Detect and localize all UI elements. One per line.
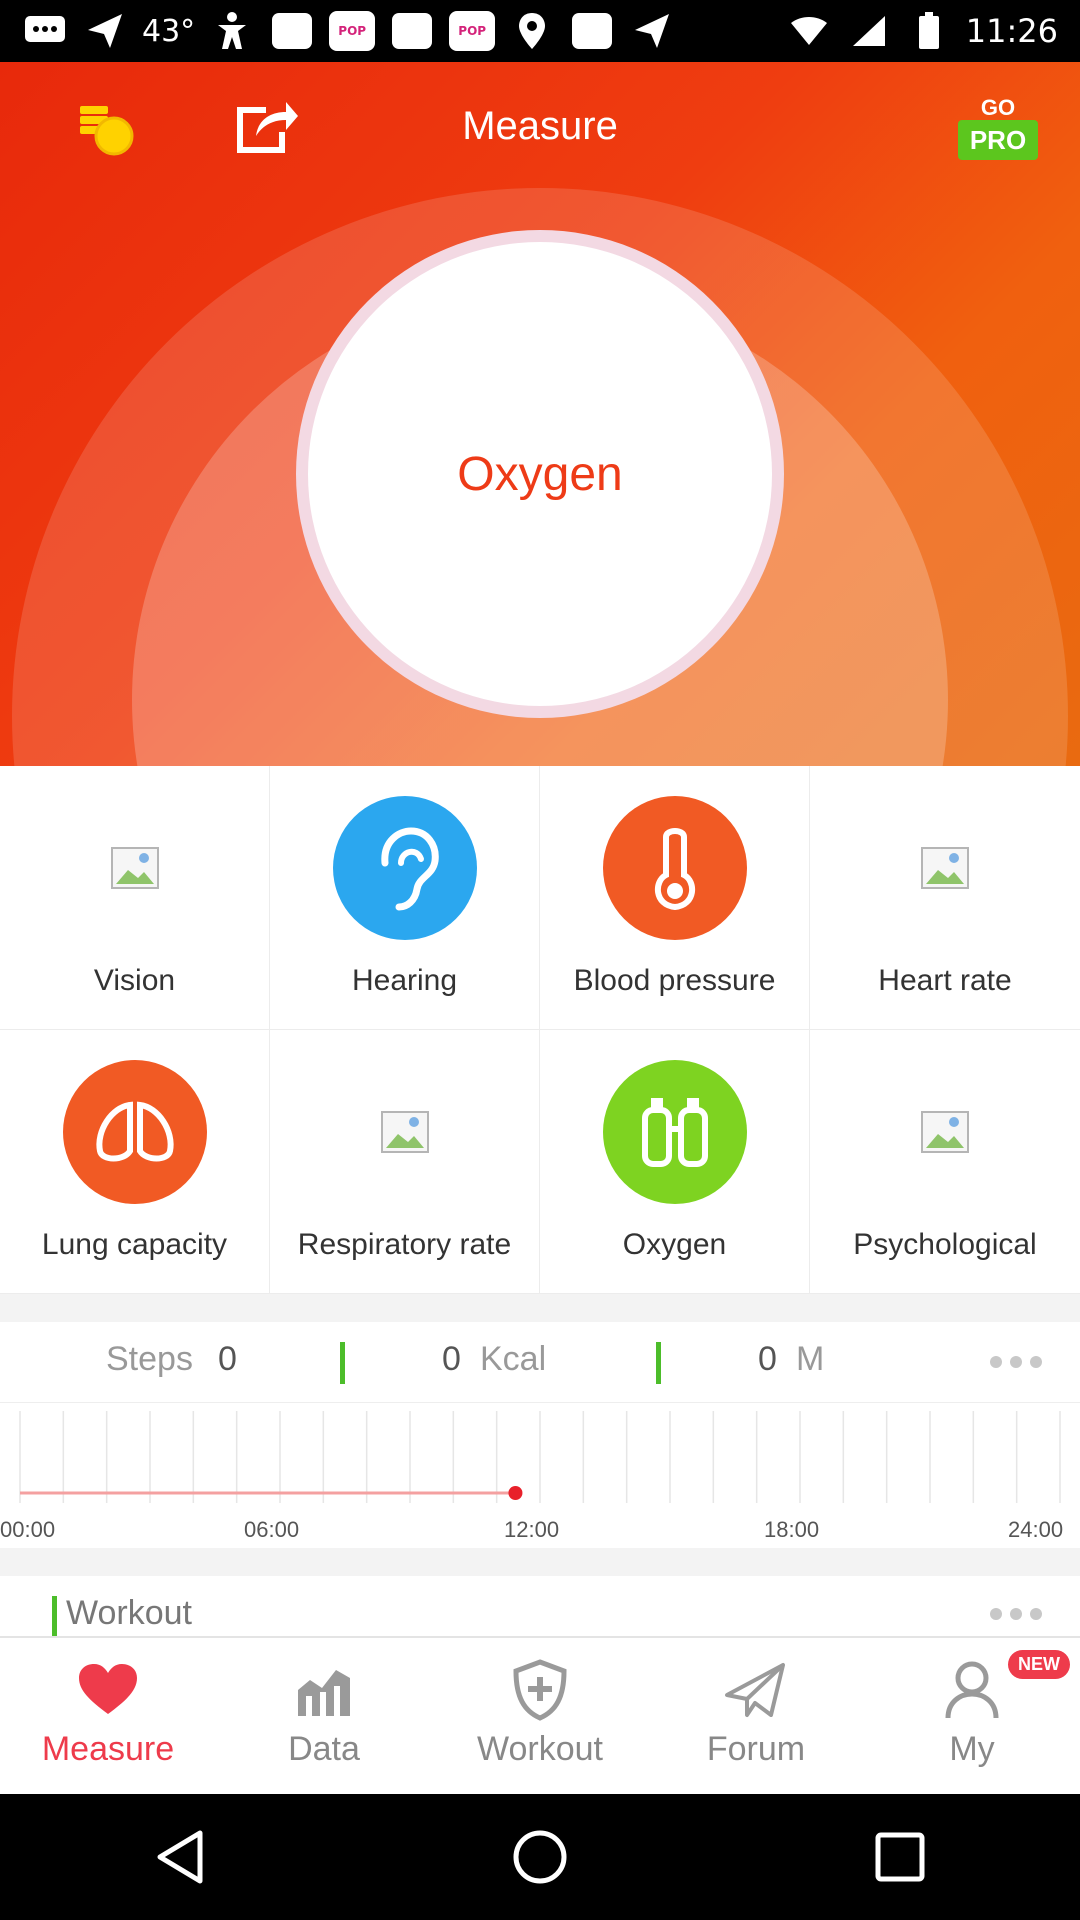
- pop-app-icon: POP: [329, 11, 376, 51]
- test-label: Heart rate: [878, 964, 1012, 997]
- send-notification-icon: [82, 10, 128, 52]
- section-divider: [0, 1294, 1080, 1322]
- chart-icon: [289, 1658, 359, 1722]
- signal-icon: [846, 10, 892, 52]
- section-divider: [0, 1548, 1080, 1576]
- home-icon[interactable]: [500, 1817, 580, 1897]
- section-marker: [52, 1596, 57, 1636]
- image-placeholder-icon: [873, 1060, 1017, 1204]
- go-label: GO: [980, 95, 1016, 120]
- test-label: Oxygen: [622, 1228, 727, 1261]
- test-item-psychological[interactable]: Psychological: [810, 1030, 1080, 1294]
- tab-label: Data: [288, 1730, 360, 1768]
- back-icon[interactable]: [140, 1817, 220, 1897]
- test-label: Psychological: [853, 1228, 1037, 1261]
- more-options-icon[interactable]: [990, 1608, 1042, 1620]
- screen: 43° POP POP 11:26 Measure GO PRO Oxygen …: [0, 0, 1080, 1920]
- steps-label: Steps: [106, 1340, 193, 1378]
- clock-text: 11:26: [965, 12, 1058, 50]
- temperature-text: 43°: [142, 13, 196, 49]
- pop-app-icon: POP: [449, 11, 496, 51]
- recents-icon[interactable]: [860, 1817, 940, 1897]
- send-notification-icon: [629, 10, 675, 52]
- measure-hero: Measure GO PRO Oxygen: [0, 62, 1080, 766]
- test-label: Blood pressure: [573, 964, 776, 997]
- more-options-icon[interactable]: [990, 1356, 1042, 1368]
- test-item-blood-pressure[interactable]: Blood pressure: [540, 766, 810, 1030]
- tab-my[interactable]: My NEW: [864, 1638, 1080, 1794]
- lungs-icon: [62, 1060, 207, 1204]
- thermometer-icon: [602, 796, 747, 940]
- test-label: Respiratory rate: [297, 1228, 512, 1261]
- oxygen-tanks-icon: [602, 1060, 747, 1204]
- workout-section[interactable]: Workout: [0, 1576, 1080, 1636]
- test-item-lung-capacity[interactable]: Lung capacity: [0, 1030, 270, 1294]
- tab-workout[interactable]: Workout: [432, 1638, 648, 1794]
- tab-label: My: [949, 1730, 995, 1768]
- kcal-value: 0: [442, 1340, 461, 1378]
- go-pro-button[interactable]: GO PRO: [958, 96, 1038, 162]
- test-label: Lung capacity: [41, 1228, 228, 1261]
- bottom-tab-bar: Measure Data Workout Forum My NEW: [0, 1636, 1080, 1794]
- ear-icon: [332, 796, 477, 940]
- activity-person-icon: [209, 10, 255, 52]
- workout-title: Workout: [66, 1594, 192, 1632]
- messages-icon: [22, 10, 68, 52]
- test-item-heart-rate[interactable]: Heart rate: [810, 766, 1080, 1030]
- battery-icon: [906, 10, 952, 52]
- tab-label: Workout: [477, 1730, 603, 1768]
- measure-button-label: Oxygen: [457, 447, 623, 501]
- tab-label: Forum: [706, 1730, 806, 1768]
- image-placeholder-icon: [873, 796, 1017, 940]
- status-bar: 43° POP POP 11:26: [0, 0, 1080, 62]
- distance-value: 0: [758, 1340, 777, 1378]
- chart-tick-label: 06:00: [244, 1517, 300, 1542]
- chart-tick-label: 12:00: [504, 1517, 560, 1542]
- tab-data[interactable]: Data: [216, 1638, 432, 1794]
- test-label: Hearing: [351, 964, 458, 997]
- tab-label: Measure: [41, 1730, 175, 1768]
- test-item-respiratory-rate[interactable]: Respiratory rate: [270, 1030, 540, 1294]
- heart-icon: [73, 1658, 143, 1722]
- test-grid: Vision Hearing Blood pressure Heart rate…: [0, 766, 1080, 1294]
- page-title: Measure: [462, 104, 618, 148]
- wifi-icon: [786, 10, 832, 52]
- blank-notification-icon: [269, 10, 315, 52]
- measure-start-button[interactable]: Oxygen: [308, 242, 772, 706]
- test-item-oxygen[interactable]: Oxygen: [540, 1030, 810, 1294]
- chart-current-point: [508, 1486, 523, 1500]
- person-icon: [937, 1658, 1007, 1722]
- stat-separator: [656, 1342, 661, 1384]
- shield-plus-icon: [505, 1658, 575, 1722]
- distance-label: M: [796, 1340, 825, 1378]
- new-badge: NEW: [1008, 1650, 1070, 1679]
- stat-separator: [340, 1342, 345, 1384]
- chart-tick-label: 24:00: [1008, 1517, 1064, 1542]
- activity-chart: 00:00 06:00 12:00 18:00 24:00: [0, 1402, 1080, 1548]
- chart-tick-label: 00:00: [0, 1517, 56, 1542]
- tab-measure[interactable]: Measure: [0, 1638, 216, 1794]
- steps-value: 0: [218, 1340, 237, 1378]
- test-item-hearing[interactable]: Hearing: [270, 766, 540, 1030]
- tab-forum[interactable]: Forum: [648, 1638, 864, 1794]
- app-header: Measure GO PRO: [0, 62, 1080, 188]
- activity-stats[interactable]: Steps 0 0 Kcal 0 M: [0, 1322, 1080, 1402]
- location-pin-icon: [509, 10, 555, 52]
- test-item-vision[interactable]: Vision: [0, 766, 270, 1030]
- blank-notification-icon: [569, 10, 615, 52]
- kcal-label: Kcal: [480, 1340, 547, 1378]
- blank-notification-icon: [389, 10, 435, 52]
- activity-chart-svg: [19, 1411, 1061, 1503]
- image-placeholder-icon: [63, 796, 207, 940]
- paper-plane-icon: [721, 1658, 791, 1722]
- test-label: Vision: [93, 964, 176, 997]
- image-placeholder-icon: [333, 1060, 477, 1204]
- pro-label: PRO: [958, 120, 1038, 160]
- system-navigation-bar: [0, 1794, 1080, 1920]
- chart-tick-label: 18:00: [764, 1517, 820, 1542]
